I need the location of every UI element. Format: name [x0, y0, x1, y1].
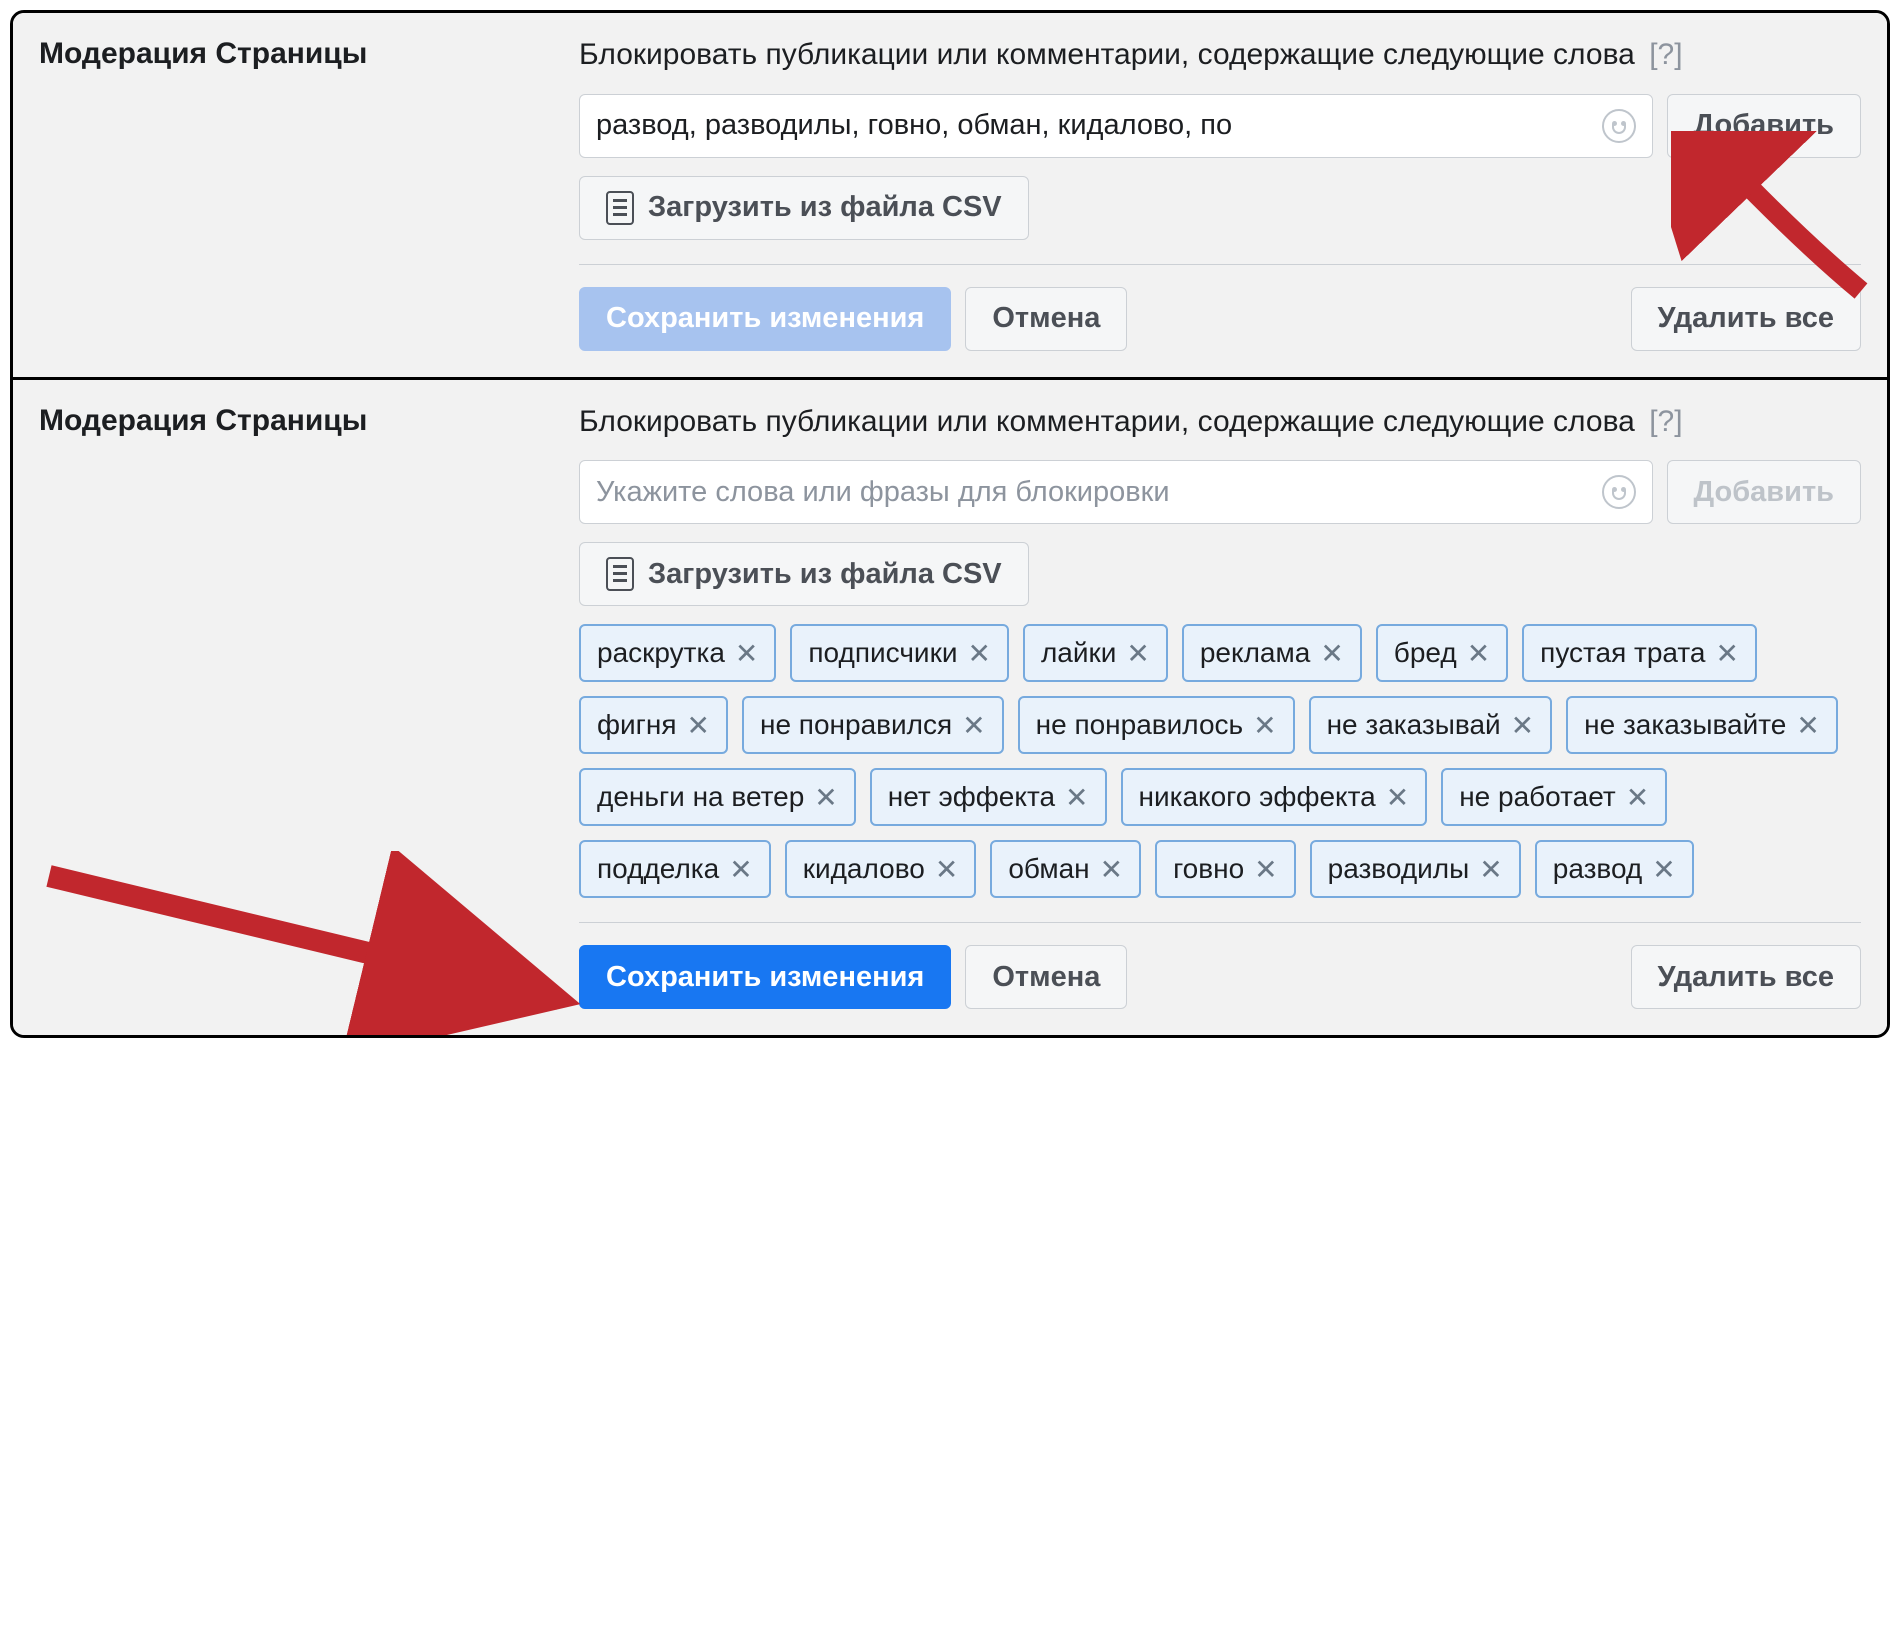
- tag-label: никакого эффекта: [1139, 781, 1376, 813]
- remove-tag-icon[interactable]: ✕: [729, 853, 752, 886]
- blocked-words-input[interactable]: развод, разводилы, говно, обман, кидалов…: [579, 94, 1653, 158]
- document-icon: [606, 557, 634, 591]
- blocked-words-tags: раскрутка ✕ подписчики ✕ лайки ✕ реклама ✕ бред ✕…: [579, 624, 1861, 898]
- tag-label: раскрутка: [597, 637, 725, 669]
- remove-tag-icon[interactable]: ✕: [1253, 709, 1276, 742]
- save-button[interactable]: Сохранить изменения: [579, 945, 951, 1009]
- blocked-word-tag[interactable]: развод ✕: [1535, 840, 1694, 898]
- blocked-word-tag[interactable]: бред ✕: [1376, 624, 1508, 682]
- moderation-panel-after: Модерация Страницы Блокировать публикаци…: [13, 377, 1887, 1036]
- remove-tag-icon[interactable]: ✕: [1254, 853, 1277, 886]
- cancel-button[interactable]: Отмена: [965, 287, 1127, 351]
- blocked-word-tag[interactable]: лайки ✕: [1023, 624, 1168, 682]
- upload-csv-button[interactable]: Загрузить из файла CSV: [579, 542, 1029, 606]
- tag-label: обман: [1008, 853, 1089, 885]
- remove-tag-icon[interactable]: ✕: [1479, 853, 1502, 886]
- remove-tag-icon[interactable]: ✕: [1386, 781, 1409, 814]
- remove-tag-icon[interactable]: ✕: [1467, 637, 1490, 670]
- csv-button-label: Загрузить из файла CSV: [648, 191, 1002, 224]
- csv-button-label: Загрузить из файла CSV: [648, 558, 1002, 591]
- tag-label: подписчики: [808, 637, 957, 669]
- section-title: Модерация Страницы: [39, 35, 579, 351]
- add-button[interactable]: Добавить: [1667, 94, 1861, 158]
- remove-tag-icon[interactable]: ✕: [1715, 637, 1738, 670]
- blocked-word-tag[interactable]: нет эффекта ✕: [870, 768, 1107, 826]
- help-marker[interactable]: [?]: [1649, 405, 1682, 438]
- remove-tag-icon[interactable]: ✕: [1652, 853, 1675, 886]
- blocked-word-tag[interactable]: не заказывай ✕: [1309, 696, 1553, 754]
- description-text: Блокировать публикации или комментарии, …: [579, 35, 1861, 76]
- remove-tag-icon[interactable]: ✕: [687, 709, 710, 742]
- input-value: развод, разводилы, говно, обман, кидалов…: [596, 109, 1592, 142]
- blocked-word-tag[interactable]: подделка ✕: [579, 840, 771, 898]
- add-button: Добавить: [1667, 460, 1861, 524]
- tag-label: кидалово: [803, 853, 925, 885]
- blocked-word-tag[interactable]: подписчики ✕: [790, 624, 1009, 682]
- input-placeholder: Укажите слова или фразы для блокировки: [596, 476, 1592, 509]
- tag-label: не понравилось: [1036, 709, 1243, 741]
- blocked-words-input[interactable]: Укажите слова или фразы для блокировки: [579, 460, 1653, 524]
- remove-tag-icon[interactable]: ✕: [1320, 637, 1343, 670]
- divider: [579, 264, 1861, 265]
- remove-tag-icon[interactable]: ✕: [1065, 781, 1088, 814]
- blocked-word-tag[interactable]: не заказывайте ✕: [1566, 696, 1838, 754]
- tag-label: говно: [1173, 853, 1244, 885]
- remove-tag-icon[interactable]: ✕: [1511, 709, 1534, 742]
- help-marker[interactable]: [?]: [1649, 38, 1682, 71]
- upload-csv-button[interactable]: Загрузить из файла CSV: [579, 176, 1029, 240]
- remove-tag-icon[interactable]: ✕: [935, 853, 958, 886]
- tag-label: разводилы: [1328, 853, 1470, 885]
- section-title: Модерация Страницы: [39, 402, 579, 1010]
- tag-label: подделка: [597, 853, 719, 885]
- description-text: Блокировать публикации или комментарии, …: [579, 402, 1861, 443]
- remove-tag-icon[interactable]: ✕: [814, 781, 837, 814]
- remove-tag-icon[interactable]: ✕: [967, 637, 990, 670]
- tag-label: реклама: [1200, 637, 1310, 669]
- tag-label: пустая трата: [1540, 637, 1705, 669]
- remove-tag-icon[interactable]: ✕: [962, 709, 985, 742]
- delete-all-button[interactable]: Удалить все: [1631, 287, 1861, 351]
- blocked-word-tag[interactable]: не понравилось ✕: [1018, 696, 1295, 754]
- blocked-word-tag[interactable]: кидалово ✕: [785, 840, 977, 898]
- tag-label: нет эффекта: [888, 781, 1055, 813]
- blocked-word-tag[interactable]: говно ✕: [1155, 840, 1296, 898]
- remove-tag-icon[interactable]: ✕: [735, 637, 758, 670]
- tag-label: фигня: [597, 709, 677, 741]
- remove-tag-icon[interactable]: ✕: [1100, 853, 1123, 886]
- tag-label: деньги на ветер: [597, 781, 804, 813]
- blocked-word-tag[interactable]: обман ✕: [990, 840, 1141, 898]
- cancel-button[interactable]: Отмена: [965, 945, 1127, 1009]
- blocked-word-tag[interactable]: реклама ✕: [1182, 624, 1362, 682]
- document-icon: [606, 191, 634, 225]
- blocked-word-tag[interactable]: разводилы ✕: [1310, 840, 1521, 898]
- delete-all-button[interactable]: Удалить все: [1631, 945, 1861, 1009]
- blocked-word-tag[interactable]: раскрутка ✕: [579, 624, 776, 682]
- emoji-icon[interactable]: [1602, 475, 1636, 509]
- blocked-word-tag[interactable]: не работает ✕: [1441, 768, 1667, 826]
- remove-tag-icon[interactable]: ✕: [1626, 781, 1649, 814]
- remove-tag-icon[interactable]: ✕: [1796, 709, 1819, 742]
- tag-label: лайки: [1041, 637, 1116, 669]
- tag-label: бред: [1394, 637, 1457, 669]
- remove-tag-icon[interactable]: ✕: [1126, 637, 1149, 670]
- blocked-word-tag[interactable]: пустая трата ✕: [1522, 624, 1757, 682]
- blocked-word-tag[interactable]: не понравился ✕: [742, 696, 1004, 754]
- blocked-word-tag[interactable]: никакого эффекта ✕: [1121, 768, 1428, 826]
- save-button[interactable]: Сохранить изменения: [579, 287, 951, 351]
- tag-label: не работает: [1459, 781, 1616, 813]
- tag-label: развод: [1553, 853, 1643, 885]
- divider: [579, 922, 1861, 923]
- blocked-word-tag[interactable]: фигня ✕: [579, 696, 728, 754]
- tag-label: не заказывай: [1327, 709, 1501, 741]
- blocked-word-tag[interactable]: деньги на ветер ✕: [579, 768, 856, 826]
- moderation-panel-before: Модерация Страницы Блокировать публикаци…: [13, 13, 1887, 377]
- tag-label: не понравился: [760, 709, 952, 741]
- tag-label: не заказывайте: [1584, 709, 1786, 741]
- emoji-icon[interactable]: [1602, 109, 1636, 143]
